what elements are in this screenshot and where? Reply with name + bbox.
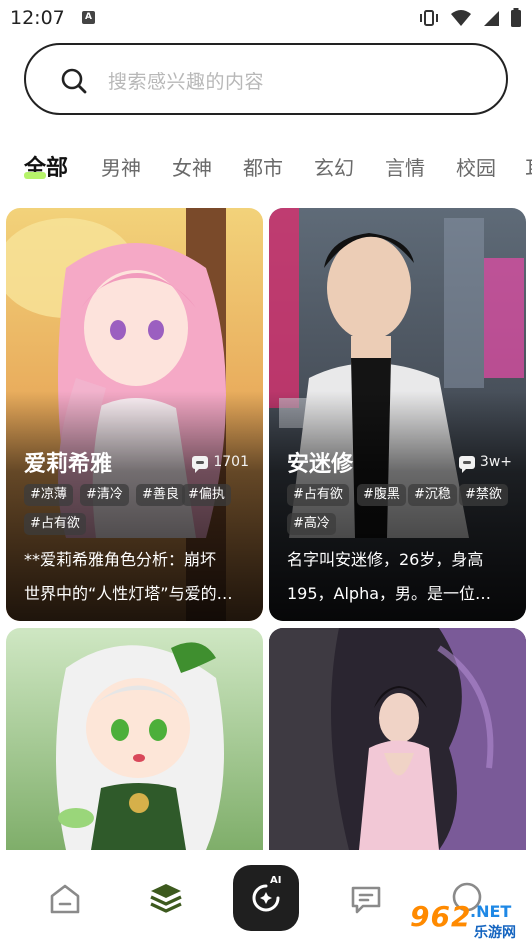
tab-female[interactable]: 女神 <box>172 152 212 181</box>
status-bar: 12:07 A <box>0 0 532 36</box>
character-name: 爱莉希雅 <box>24 452 113 477</box>
chat-count-value: 3w+ <box>479 454 512 470</box>
chat-count: 3w+ <box>458 454 512 473</box>
character-description-line: 195，Alpha，男。是一位… <box>287 584 492 603</box>
tag[interactable]: #凉薄 <box>24 484 73 506</box>
character-portrait <box>6 628 263 850</box>
chat-count-value: 1701 <box>213 454 249 470</box>
status-time: 12:07 <box>10 7 65 29</box>
tag[interactable]: #偏执 <box>182 484 231 506</box>
character-name: 安迷修 <box>287 452 354 477</box>
character-description-line: **爱莉希雅角色分析：崩坏 <box>24 550 217 569</box>
message-icon[interactable] <box>349 882 383 916</box>
home-icon[interactable] <box>48 882 82 916</box>
tag[interactable]: #占有欲 <box>24 513 86 535</box>
tab-romance[interactable]: 言情 <box>385 152 425 181</box>
character-card[interactable] <box>269 628 526 850</box>
tab-campus[interactable]: 校园 <box>456 152 496 181</box>
tab-fantasy[interactable]: 玄幻 <box>314 152 354 181</box>
character-card[interactable]: 爱莉希雅 1701 #凉薄 #清冷 #善良 #偏执 #占有欲 **爱莉希雅角色分… <box>6 208 263 621</box>
tag[interactable]: #沉稳 <box>408 484 457 506</box>
watermark-logo: 962 .NET 乐游网 <box>390 898 532 945</box>
tag[interactable]: #腹黑 <box>357 484 406 506</box>
chat-bubble-icon <box>192 455 209 473</box>
layers-icon[interactable] <box>148 880 184 916</box>
character-description-line: 世界中的“人性灯塔”与爱的… <box>24 584 233 603</box>
tag[interactable]: #高冷 <box>287 513 336 535</box>
tag[interactable]: #占有欲 <box>287 484 349 506</box>
vibrate-icon <box>420 10 438 26</box>
chat-count: 1701 <box>192 454 249 473</box>
character-card[interactable]: 安迷修 3w+ #占有欲 #腹黑 #沉稳 #禁欲 #高冷 名字叫安迷修，26岁，… <box>269 208 526 621</box>
character-card[interactable] <box>6 628 263 850</box>
watermark-brand: 962 <box>410 900 472 933</box>
search-icon <box>61 68 87 94</box>
chat-bubble-icon <box>458 455 475 473</box>
search-placeholder: 搜索感兴趣的内容 <box>108 71 265 93</box>
battery-icon <box>511 8 521 27</box>
ai-badge: AI <box>270 875 282 886</box>
watermark-suffix: .NET <box>470 902 512 921</box>
status-icons <box>418 8 522 28</box>
character-description-line: 名字叫安迷修，26岁，身高 <box>287 550 484 569</box>
tab-male[interactable]: 男神 <box>101 152 141 181</box>
tag[interactable]: #禁欲 <box>459 484 508 506</box>
category-tabs: 全部 男神 女神 都市 玄幻 言情 校园 耳 <box>0 148 532 188</box>
search-input[interactable]: 搜索感兴趣的内容 <box>24 43 508 115</box>
active-tab-indicator <box>24 172 46 179</box>
ai-create-button[interactable]: AI <box>233 865 299 931</box>
tag[interactable]: #善良 <box>136 484 185 506</box>
notification-icon: A <box>82 11 95 24</box>
tab-city[interactable]: 都市 <box>243 152 283 181</box>
character-portrait <box>269 628 526 850</box>
tag[interactable]: #清冷 <box>80 484 129 506</box>
signal-icon <box>484 11 499 26</box>
tab-partial[interactable]: 耳 <box>525 152 532 181</box>
wifi-icon <box>451 10 471 26</box>
watermark-cn: 乐游网 <box>474 925 516 941</box>
